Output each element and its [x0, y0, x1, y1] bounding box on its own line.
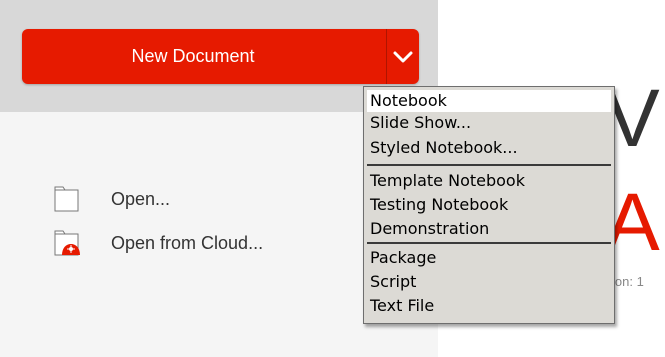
open-action[interactable]: Open... — [52, 182, 170, 216]
menu-item-demonstration[interactable]: Demonstration — [367, 218, 611, 240]
version-text-fragment: ion: 1 — [612, 274, 644, 289]
menu-item-notebook[interactable]: Notebook — [367, 90, 611, 112]
menu-item-styled-notebook[interactable]: Styled Notebook... — [367, 137, 611, 159]
chevron-down-icon — [393, 51, 413, 63]
start-screen: V A ion: 1 New Document Open... Open fro… — [0, 0, 665, 357]
open-label: Open... — [111, 188, 171, 209]
menu-separator — [367, 164, 611, 166]
menu-item-testing-notebook[interactable]: Testing Notebook — [367, 194, 611, 216]
new-document-button[interactable]: New Document — [22, 29, 364, 84]
new-document-split-button: New Document — [22, 29, 419, 84]
new-document-dropdown-menu: Notebook Slide Show... Styled Notebook..… — [363, 86, 615, 324]
menu-item-package[interactable]: Package — [367, 247, 611, 269]
open-from-cloud-label: Open from Cloud... — [111, 232, 264, 253]
new-document-dropdown-toggle[interactable] — [387, 29, 419, 84]
menu-item-slide-show[interactable]: Slide Show... — [367, 112, 611, 134]
open-from-cloud-action[interactable]: Open from Cloud... — [52, 226, 263, 260]
menu-separator — [367, 242, 611, 244]
folder-icon — [52, 184, 82, 214]
menu-item-template-notebook[interactable]: Template Notebook — [367, 170, 611, 192]
cloud-folder-icon — [52, 228, 82, 258]
menu-item-text-file[interactable]: Text File — [367, 295, 611, 317]
menu-item-script[interactable]: Script — [367, 271, 611, 293]
